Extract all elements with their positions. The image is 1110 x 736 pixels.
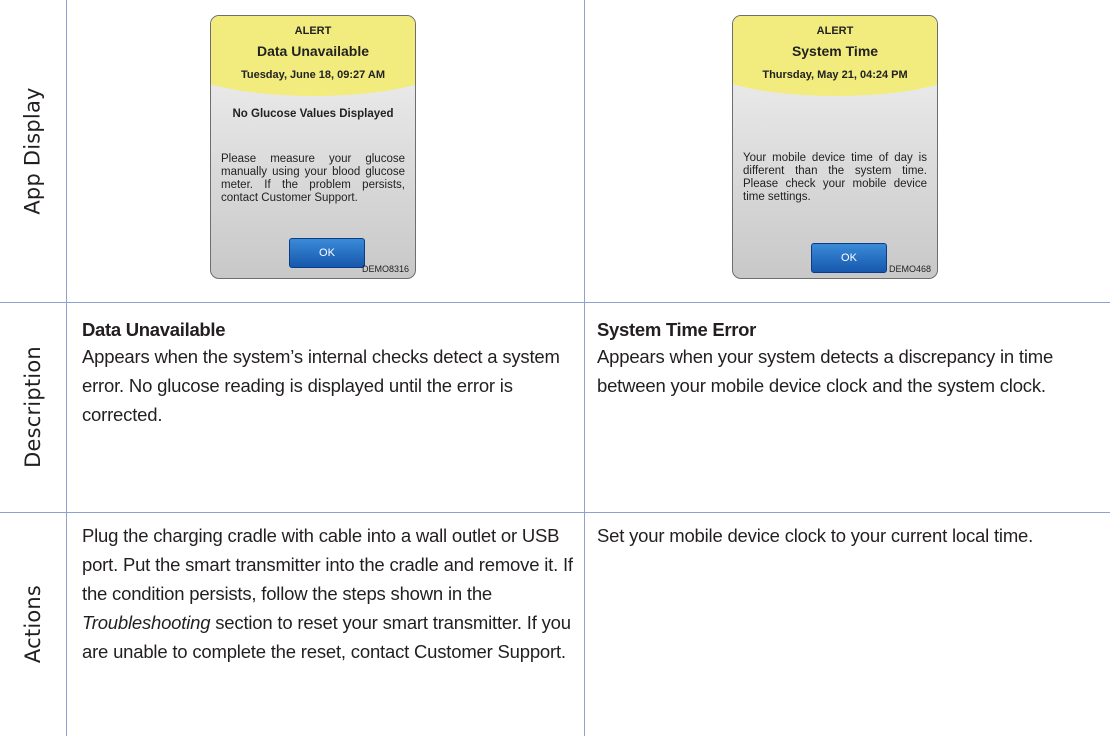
description-text: Appears when the system’s internal check… <box>82 346 560 425</box>
actions-cell-system-time: Set your mobile device clock to your cur… <box>597 521 1092 550</box>
alert-label: ALERT <box>294 25 332 37</box>
troubleshooting-reference: Troubleshooting <box>82 612 211 633</box>
description-title: Data Unavailable <box>82 319 226 340</box>
row-divider-1 <box>0 302 1110 303</box>
description-cell-system-time: System Time Error Appears when your syst… <box>597 318 1092 400</box>
actions-text-part: Plug the charging cradle with cable into… <box>82 525 573 604</box>
alert-code: DEMO468 <box>888 264 931 274</box>
row-label-app-display: App Display <box>0 0 66 302</box>
ok-button[interactable]: OK <box>811 243 887 273</box>
alert-datetime: Tuesday, June 18, 09:27 AM <box>240 69 386 81</box>
ok-button[interactable]: OK <box>289 238 365 268</box>
alert-code: DEMO8316 <box>361 264 409 274</box>
description-title: System Time Error <box>597 319 757 340</box>
row-label-actions-text: Actions <box>21 584 45 664</box>
description-text: Appears when your system detects a discr… <box>597 346 1054 396</box>
row-label-description-text: Description <box>21 346 45 468</box>
alert-screen-data-unavailable: ALERT Data Unavailable Tuesday, June 18,… <box>210 15 416 279</box>
alert-datetime: Thursday, May 21, 04:24 PM <box>762 69 908 81</box>
alert-label: ALERT <box>816 25 854 37</box>
actions-cell-data-unavailable: Plug the charging cradle with cable into… <box>82 521 577 666</box>
column-divider-middle <box>584 0 585 736</box>
alert-title: Data Unavailable <box>256 43 370 59</box>
alert-screen-system-time: ALERT System Time Thursday, May 21, 04:2… <box>732 15 938 279</box>
row-label-actions: Actions <box>0 512 66 736</box>
description-cell-data-unavailable: Data Unavailable Appears when the system… <box>82 318 577 429</box>
row-label-app-display-text: App Display <box>21 87 45 215</box>
row-divider-2 <box>0 512 1110 513</box>
alert-message: Please measure your glucose manually usi… <box>221 153 405 204</box>
row-label-description: Description <box>0 302 66 512</box>
actions-text: Set your mobile device clock to your cur… <box>597 525 1034 546</box>
column-divider-left <box>66 0 67 736</box>
alert-title: System Time <box>791 43 879 59</box>
alert-subtitle: No Glucose Values Displayed <box>232 108 394 120</box>
alert-message: Your mobile device time of day is differ… <box>743 152 927 203</box>
